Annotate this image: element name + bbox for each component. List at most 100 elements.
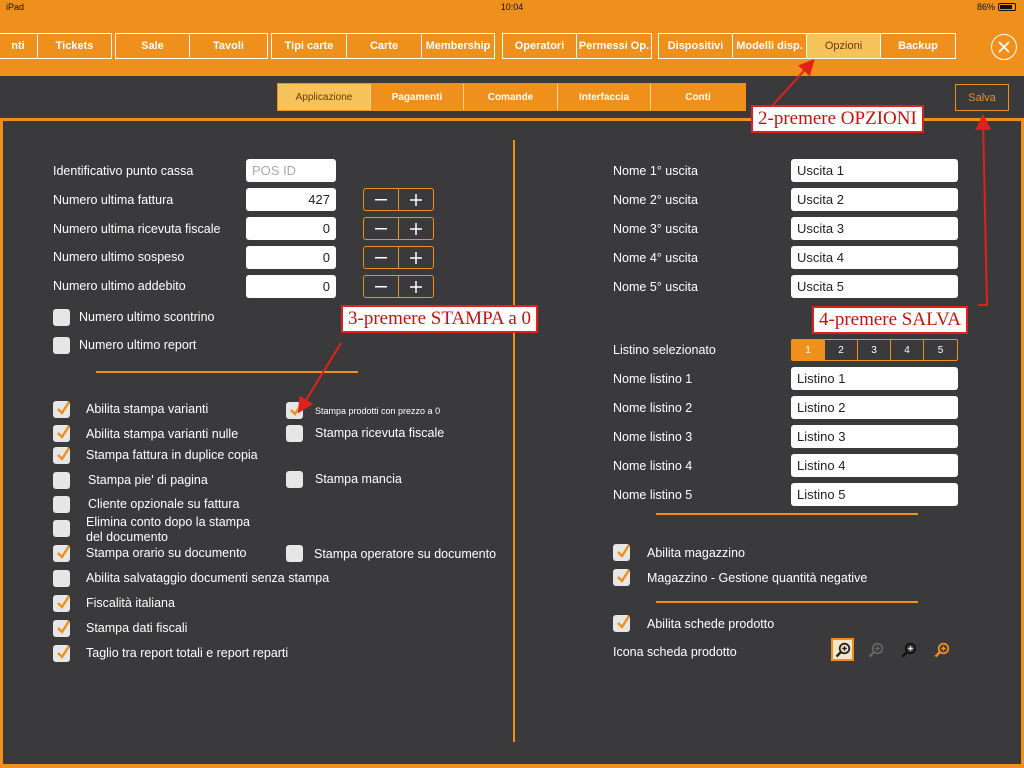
exit-name-input[interactable]: Uscita 5 — [791, 275, 958, 298]
minus-button[interactable] — [364, 247, 399, 268]
subtab-conti[interactable]: Conti — [651, 84, 745, 110]
listino-label: Nome listino 4 — [613, 459, 693, 473]
exit-label: Nome 1° uscita — [613, 164, 698, 178]
option-checkbox[interactable] — [286, 471, 303, 488]
option-label: Stampa fattura in duplice copia — [86, 448, 258, 462]
listino-selected-label: Listino selezionato — [613, 343, 716, 357]
negative-qty-checkbox[interactable] — [613, 569, 631, 586]
option-checkbox[interactable] — [53, 401, 71, 418]
pos-id-input[interactable]: POS ID — [246, 159, 336, 182]
icon-option-2[interactable] — [864, 638, 887, 661]
tab-opzioni[interactable]: Opzioni — [807, 34, 881, 58]
zoom-in-icon — [901, 642, 916, 657]
checkmark-icon — [617, 569, 631, 583]
print-zero-price-checkbox[interactable] — [286, 402, 304, 419]
exit-name-input[interactable]: Uscita 2 — [791, 188, 958, 211]
option-checkbox[interactable] — [53, 496, 70, 513]
plus-button[interactable] — [399, 247, 433, 268]
option-checkbox[interactable] — [53, 520, 70, 537]
checkmark-icon — [57, 595, 71, 609]
reset-receipt-checkbox[interactable] — [53, 309, 70, 326]
tab-membership[interactable]: Membership — [422, 34, 494, 58]
option-checkbox[interactable] — [53, 595, 71, 612]
icon-option-1[interactable] — [831, 638, 854, 661]
tab-tavoli[interactable]: Tavoli — [190, 34, 267, 58]
listino-label: Nome listino 5 — [613, 488, 693, 502]
annotation-step2: 2-premere OPZIONI — [751, 105, 924, 133]
option-checkbox[interactable] — [53, 447, 71, 464]
option-checkbox[interactable] — [53, 545, 71, 562]
tab-modelli-disp[interactable]: Modelli disp. — [733, 34, 807, 58]
product-sheets-checkbox[interactable] — [613, 615, 631, 632]
minus-button[interactable] — [364, 218, 399, 239]
exit-name-input[interactable]: Uscita 1 — [791, 159, 958, 182]
option-checkbox[interactable] — [53, 425, 71, 442]
tab-carte[interactable]: Carte — [347, 34, 422, 58]
reset-report-checkbox[interactable] — [53, 337, 70, 354]
option-label: Abilita stampa varianti — [86, 402, 209, 416]
option-label: Stampa pie' di pagina — [88, 473, 208, 487]
last-suspended-input[interactable]: 0 — [246, 246, 336, 269]
checkmark-icon — [57, 545, 71, 559]
option-checkbox[interactable] — [53, 472, 70, 489]
option-label: Stampa mancia — [315, 472, 402, 486]
listino-name-input[interactable]: Listino 4 — [791, 454, 958, 477]
plus-button[interactable] — [399, 189, 433, 210]
last-receipt-input[interactable]: 0 — [246, 217, 336, 240]
minus-button[interactable] — [364, 189, 399, 210]
subtab-comande[interactable]: Comande — [464, 84, 558, 110]
checkmark-icon — [57, 620, 71, 634]
enable-warehouse-checkbox[interactable] — [613, 544, 631, 561]
option-label: Taglio tra report totali e report repart… — [86, 646, 289, 660]
option-checkbox[interactable] — [53, 570, 70, 587]
tab-tickets[interactable]: Tickets — [38, 34, 111, 58]
battery-icon — [998, 3, 1016, 11]
listino-name-input[interactable]: Listino 3 — [791, 425, 958, 448]
plus-icon — [410, 251, 422, 264]
icon-option-4[interactable] — [930, 638, 953, 661]
subtab-interfaccia[interactable]: Interfaccia — [558, 84, 651, 110]
option-checkbox[interactable] — [286, 425, 303, 442]
option-checkbox[interactable] — [53, 620, 71, 637]
listino-option-2[interactable]: 2 — [825, 340, 858, 360]
section-divider — [656, 513, 918, 515]
listino-option-3[interactable]: 3 — [858, 340, 891, 360]
tab-tipi-carte[interactable]: Tipi carte — [272, 34, 347, 58]
minus-button[interactable] — [364, 276, 399, 297]
tab-group-1: nti Tickets — [0, 33, 112, 59]
product-icon-label: Icona scheda prodotto — [613, 645, 737, 659]
listino-option-1[interactable]: 1 — [792, 340, 825, 360]
plus-icon — [410, 280, 422, 293]
subtab-applicazione[interactable]: Applicazione — [278, 84, 371, 110]
subtab-pagamenti[interactable]: Pagamenti — [371, 84, 464, 110]
save-button[interactable]: Salva — [955, 84, 1009, 111]
option-label: Fiscalità italiana — [86, 596, 175, 610]
listino-name-input[interactable]: Listino 1 — [791, 367, 958, 390]
exit-name-input[interactable]: Uscita 4 — [791, 246, 958, 269]
tab-permessi-op[interactable]: Permessi Op. — [577, 34, 651, 58]
checkmark-icon — [57, 645, 71, 659]
annotation-step4: 4-premere SALVA — [812, 306, 968, 334]
tab-operatori[interactable]: Operatori — [503, 34, 577, 58]
tab-backup[interactable]: Backup — [881, 34, 955, 58]
checkbox-label: Numero ultimo report — [79, 338, 197, 352]
listino-name-input[interactable]: Listino 2 — [791, 396, 958, 419]
close-button[interactable] — [991, 34, 1017, 60]
listino-option-5[interactable]: 5 — [924, 340, 957, 360]
plus-button[interactable] — [399, 218, 433, 239]
last-invoice-input[interactable]: 427 — [246, 188, 336, 211]
option-checkbox[interactable] — [286, 545, 303, 562]
zoom-in-icon — [934, 642, 949, 657]
tab-clienti[interactable]: nti — [0, 34, 38, 58]
option-checkbox[interactable] — [53, 645, 71, 662]
plus-icon — [410, 193, 422, 206]
listino-name-input[interactable]: Listino 5 — [791, 483, 958, 506]
tab-sale[interactable]: Sale — [116, 34, 190, 58]
plus-button[interactable] — [399, 276, 433, 297]
listino-option-4[interactable]: 4 — [891, 340, 924, 360]
tab-dispositivi[interactable]: Dispositivi — [659, 34, 733, 58]
exit-label: Nome 2° uscita — [613, 193, 698, 207]
icon-option-3[interactable] — [897, 638, 920, 661]
exit-name-input[interactable]: Uscita 3 — [791, 217, 958, 240]
last-charge-input[interactable]: 0 — [246, 275, 336, 298]
